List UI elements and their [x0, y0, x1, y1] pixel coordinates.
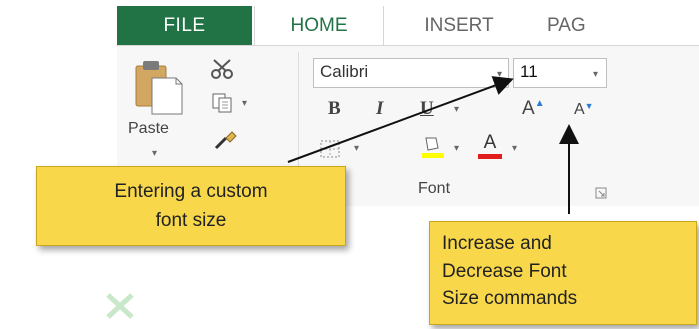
font-size-value: 11: [520, 62, 538, 81]
bold-button[interactable]: B: [328, 98, 341, 120]
font-group-label: Font: [418, 180, 451, 197]
font-color-button[interactable]: A: [478, 132, 508, 162]
tab-page-layout[interactable]: PAG: [547, 6, 637, 46]
copy-dropdown-icon[interactable]: ▾: [242, 98, 247, 109]
paste-icon[interactable]: [132, 58, 184, 118]
callout-line: Increase and: [442, 233, 552, 254]
cut-icon[interactable]: [210, 58, 236, 80]
font-color-label: A: [483, 132, 497, 153]
grow-caret-icon: ▲: [534, 98, 545, 109]
faded-logo-icon: [80, 285, 160, 325]
font-size-dropdown-icon[interactable]: ▾: [593, 69, 598, 80]
fill-color-dropdown-icon[interactable]: ▾: [454, 143, 459, 154]
callout-line: Decrease Font: [442, 260, 567, 282]
callout-line: Size commands: [442, 288, 578, 310]
underline-dropdown-icon[interactable]: ▾: [454, 104, 459, 115]
font-name-dropdown-icon[interactable]: ▾: [497, 69, 502, 80]
fill-color-icon[interactable]: [420, 134, 446, 158]
shrink-caret-icon: ▼: [584, 101, 594, 111]
shrink-font-label: A: [574, 101, 585, 118]
callout-line: Entering a custom: [114, 180, 268, 202]
tab-home[interactable]: HOME: [254, 6, 384, 46]
tab-file[interactable]: FILE: [117, 6, 252, 46]
borders-icon[interactable]: [318, 138, 344, 160]
grow-shrink-callout: Increase and Decrease Font Size commands: [429, 221, 697, 325]
grow-font-label: A: [522, 98, 535, 119]
shrink-font-button[interactable]: A▼: [574, 101, 594, 119]
underline-button[interactable]: U: [420, 98, 434, 120]
format-painter-icon[interactable]: [212, 130, 238, 152]
callout-line: font size: [155, 210, 227, 231]
italic-button[interactable]: I: [376, 98, 383, 120]
tab-insert[interactable]: INSERT: [394, 6, 524, 46]
copy-icon[interactable]: [210, 92, 236, 114]
font-name-value: Calibri: [320, 62, 369, 81]
borders-dropdown-icon[interactable]: ▾: [354, 143, 359, 154]
custom-size-callout: Entering a custom font size: [36, 166, 346, 246]
font-name-combobox[interactable]: Calibri ▾: [313, 58, 509, 88]
paste-label[interactable]: Paste: [128, 120, 169, 138]
font-color-dropdown-icon[interactable]: ▾: [512, 143, 517, 154]
grow-font-button[interactable]: A▲: [522, 98, 545, 120]
dialog-launcher-icon[interactable]: [595, 184, 607, 199]
font-size-combobox[interactable]: 11 ▾: [513, 58, 607, 88]
font-color-bar: [478, 154, 502, 159]
paste-dropdown-icon[interactable]: ▾: [152, 148, 157, 159]
